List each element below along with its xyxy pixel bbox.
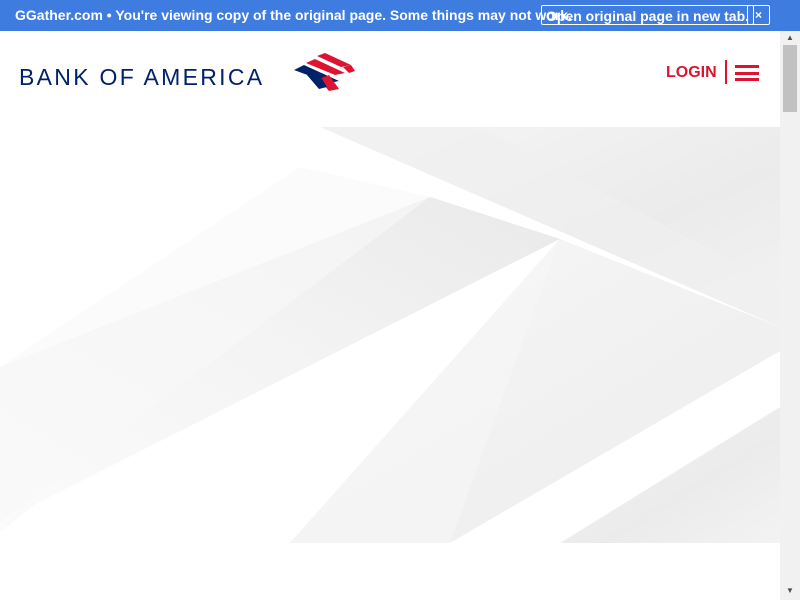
hamburger-menu-icon[interactable]: [735, 65, 759, 81]
scroll-down-arrow-icon[interactable]: ▼: [780, 584, 800, 598]
notice-text: GGather.com • You're viewing copy of the…: [15, 7, 572, 23]
flag-logo-icon: [294, 53, 355, 91]
scrollbar-thumb[interactable]: [783, 45, 797, 112]
close-notice-button[interactable]: ×: [747, 5, 770, 25]
hero-flag-graphic: [0, 127, 780, 543]
login-link[interactable]: LOGIN: [666, 64, 717, 82]
open-original-page-button[interactable]: Open original page in new tab.: [541, 5, 755, 25]
logo-wordmark: BANK OF AMERICA: [19, 64, 265, 90]
page-viewport: BANK OF AMERICA LOGIN: [0, 31, 780, 600]
vertical-scrollbar[interactable]: ▲ ▼: [780, 31, 800, 600]
header-divider: [725, 60, 727, 84]
scroll-up-arrow-icon[interactable]: ▲: [780, 31, 800, 45]
hero-background: [0, 127, 780, 543]
site-header: BANK OF AMERICA LOGIN: [0, 31, 780, 127]
ggather-notice-bar: GGather.com • You're viewing copy of the…: [0, 0, 800, 31]
